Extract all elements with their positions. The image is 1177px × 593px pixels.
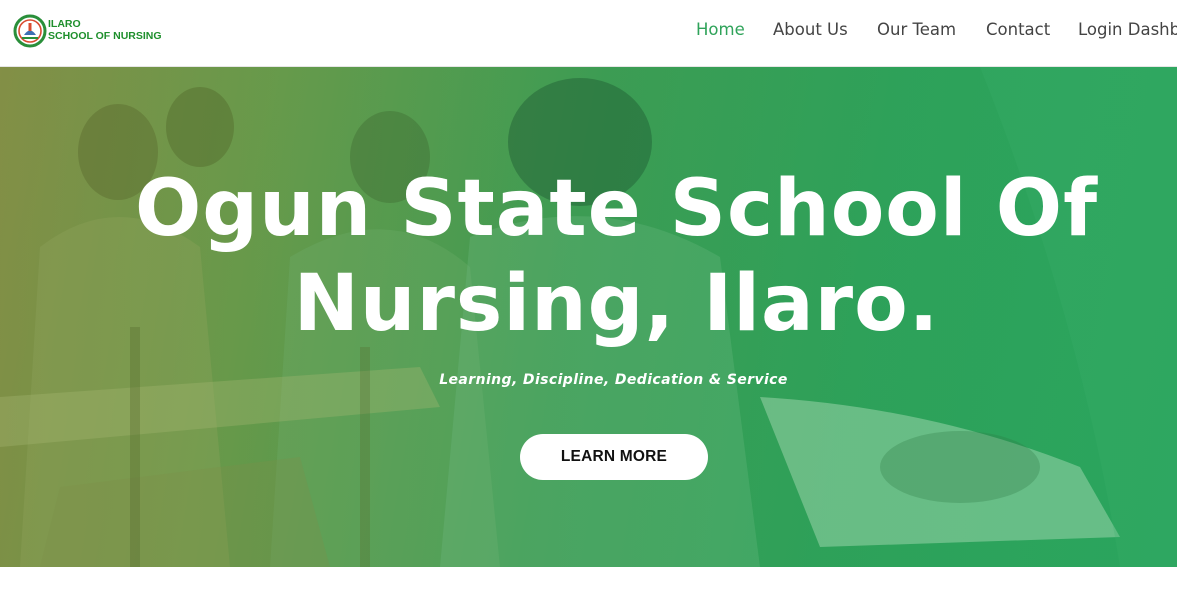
school-emblem-icon (13, 14, 47, 48)
logo-text: ILARO SCHOOL OF NURSING (48, 18, 162, 42)
nav-our-team[interactable]: Our Team (877, 20, 956, 39)
hero-title: Ogun State School Of Nursing, Ilaro. (0, 162, 1177, 352)
page-content-start (0, 567, 1177, 593)
logo-line-2: SCHOOL OF NURSING (48, 30, 162, 42)
hero-banner: Ogun State School Of Nursing, Ilaro. Lea… (0, 67, 1177, 567)
nav-home[interactable]: Home (696, 20, 745, 39)
nav-about-us[interactable]: About Us (773, 20, 848, 39)
hero-title-line-2: Nursing, Ilaro. (293, 259, 940, 349)
nav-contact[interactable]: Contact (986, 20, 1050, 39)
hero-tagline: Learning, Discipline, Dedication & Servi… (439, 372, 788, 388)
hero-title-line-1: Ogun State School Of (134, 164, 1099, 254)
site-logo[interactable]: ILARO SCHOOL OF NURSING (13, 14, 183, 50)
nav-login-dashboard[interactable]: Login Dashb (1078, 20, 1177, 39)
logo-line-1: ILARO (48, 18, 81, 30)
site-header: ILARO SCHOOL OF NURSING Home About Us Ou… (0, 0, 1177, 67)
learn-more-button[interactable]: LEARN MORE (520, 434, 708, 480)
